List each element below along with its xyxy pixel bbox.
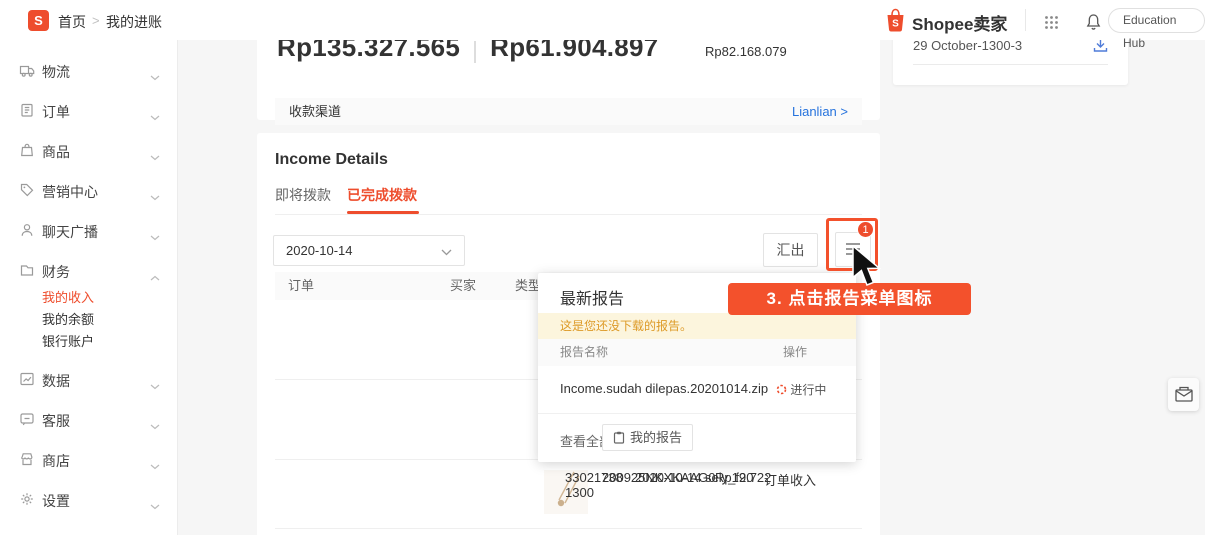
svg-text:S: S xyxy=(892,19,899,30)
tab-upcoming-payout[interactable]: 即将拨款 xyxy=(275,185,331,205)
chevron-down-icon xyxy=(150,417,160,435)
sidebar-subitem-bank-accounts[interactable]: 银行账户 xyxy=(42,331,162,349)
sidebar: 物流 订单 商品 营销中心 聊天广播 财务 我的收入 我的余额 银行账户 数据 … xyxy=(0,40,178,535)
sidebar-item-logistics[interactable]: 物流 xyxy=(0,60,178,84)
tabs-divider xyxy=(275,214,862,215)
apps-grid-icon[interactable] xyxy=(1044,15,1059,30)
cursor-icon xyxy=(850,244,886,294)
sidebar-item-chat-broadcast[interactable]: 聊天广播 xyxy=(0,220,178,244)
education-hub-button[interactable]: Education Hub xyxy=(1108,8,1205,50)
payment-channel-bar: 收款渠道 Lianlian > xyxy=(275,98,862,125)
col-buyer: 买家 xyxy=(450,278,477,293)
chevron-up-icon xyxy=(150,268,160,286)
section-title: Income Details xyxy=(275,151,388,168)
breadcrumb-current: 我的进账 xyxy=(106,14,162,30)
date-filter-select[interactable]: 2020-10-14 xyxy=(273,235,465,266)
data-icon xyxy=(19,371,35,392)
chevron-down-icon xyxy=(150,68,160,86)
income-type: 订单收入 xyxy=(764,473,817,488)
bell-icon[interactable] xyxy=(1085,13,1102,31)
shopee-logo-icon[interactable]: S xyxy=(28,10,49,31)
chevron-down-icon xyxy=(150,188,160,206)
breadcrumb-home[interactable]: 首页 xyxy=(58,12,86,32)
finance-icon xyxy=(19,262,35,283)
payout-id: 33021738 1300 xyxy=(565,470,623,500)
tab-completed-payout[interactable]: 已完成拨款 xyxy=(347,185,417,205)
col-report-name: 报告名称 xyxy=(560,345,609,359)
truck-icon xyxy=(19,62,36,83)
payment-channel-label: 收款渠道 xyxy=(289,104,342,119)
sidebar-item-shop[interactable]: 商店 xyxy=(0,449,178,473)
sidebar-item-customer-service[interactable]: 客服 xyxy=(0,409,178,433)
top-navbar: S 首页 > 我的进账 S Shopee卖家 Education Hub xyxy=(0,0,1205,50)
sidebar-item-products[interactable]: 商品 xyxy=(0,140,178,164)
chat-float-button[interactable] xyxy=(1168,378,1199,411)
chevron-down-icon xyxy=(150,377,160,395)
date-filter-value: 2020-10-14 xyxy=(286,243,353,258)
brand-name: Shopee卖家 xyxy=(912,15,1008,34)
chevron-down-icon xyxy=(150,108,160,126)
download-file-name: 29 October-1300-3 xyxy=(913,38,1023,53)
sidebar-item-marketing[interactable]: 营销中心 xyxy=(0,180,178,204)
marketing-icon xyxy=(19,182,35,203)
sidebar-item-finance[interactable]: 财务 xyxy=(0,260,178,284)
col-order: 订单 xyxy=(288,278,315,293)
payout-date: 2020-10-14 xyxy=(635,470,702,485)
chat-broadcast-icon xyxy=(19,222,35,243)
my-reports-icon xyxy=(613,431,625,444)
export-button[interactable]: 汇出 xyxy=(763,233,818,267)
sidebar-subitem-my-income[interactable]: 我的收入 xyxy=(42,287,162,305)
settings-icon xyxy=(19,491,35,512)
breadcrumb-separator: > xyxy=(92,13,100,28)
report-status: 进行中 xyxy=(776,381,826,398)
chevron-down-icon xyxy=(441,249,452,256)
popup-column-headers: 报告名称 操作 xyxy=(538,339,856,366)
sidebar-item-data[interactable]: 数据 xyxy=(0,369,178,393)
chevron-down-icon xyxy=(150,457,160,475)
service-icon xyxy=(19,411,35,432)
product-icon xyxy=(19,142,35,163)
sidebar-item-orders[interactable]: 订单 xyxy=(0,100,178,124)
screen: Rp135.327.565 Rp61.904.897 Rp82.168.079 收… xyxy=(0,0,1205,535)
download-icon[interactable] xyxy=(1093,38,1108,53)
shop-icon xyxy=(19,451,35,472)
report-file-name: Income.sudah dilepas.20201014.zip xyxy=(560,381,769,396)
popup-notice: 这是您还没下载的报告。 xyxy=(538,313,856,339)
shopee-bag-icon: S xyxy=(887,8,904,32)
table-row: 200925NKXKAAG0 sely_f20 订单收入 33021738 13… xyxy=(257,460,880,535)
col-action: 操作 xyxy=(783,345,808,359)
amount-tertiary: Rp82.168.079 xyxy=(705,44,787,59)
amount-divider xyxy=(474,40,477,63)
order-icon xyxy=(19,102,35,123)
chevron-down-icon xyxy=(150,228,160,246)
sidebar-item-settings[interactable]: 设置 xyxy=(0,489,178,513)
my-reports-button[interactable]: 我的报告 xyxy=(602,424,694,451)
sidebar-subitem-my-balance[interactable]: 我的余额 xyxy=(42,309,162,327)
mail-icon xyxy=(1174,386,1193,402)
chevron-down-icon xyxy=(150,497,160,515)
active-tab-underline xyxy=(347,211,419,214)
payment-channel-link[interactable]: Lianlian > xyxy=(792,98,848,125)
notification-badge: 1 xyxy=(857,221,874,238)
spinner-icon xyxy=(776,384,787,395)
chevron-down-icon xyxy=(150,148,160,166)
popup-title: 最新报告 xyxy=(560,291,625,308)
payout-amount: Rp19.722 xyxy=(715,470,772,485)
